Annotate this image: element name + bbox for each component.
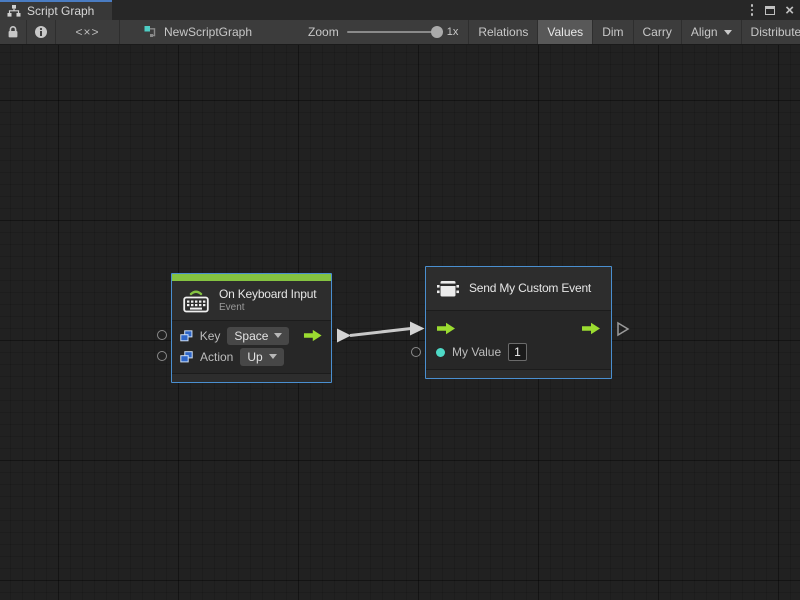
node-title: Send My Custom Event (469, 281, 591, 296)
carry-button[interactable]: Carry (634, 20, 682, 44)
zoom-control: Zoom 1x (290, 20, 469, 44)
tab-bar: Script Graph × (0, 0, 800, 20)
tab-script-graph[interactable]: Script Graph (0, 0, 112, 20)
node-title: On Keyboard Input (219, 287, 316, 302)
control-input-port[interactable] (436, 322, 456, 335)
values-button[interactable]: Values (538, 20, 593, 44)
control-flow-row (436, 316, 601, 340)
info-button[interactable] (27, 20, 56, 44)
chevron-down-icon (269, 354, 277, 359)
node-footer (426, 369, 611, 378)
my-value-input-port[interactable] (411, 347, 421, 357)
tab-title: Script Graph (27, 4, 94, 18)
control-connection-wire[interactable] (0, 45, 800, 600)
port-label-key: Key (200, 329, 221, 343)
node-header[interactable]: Send My Custom Event (426, 267, 611, 311)
chevron-down-icon (274, 333, 282, 338)
chevron-down-icon (724, 30, 732, 35)
action-input-port[interactable] (157, 351, 167, 361)
graph-breadcrumb[interactable]: NewScriptGraph (134, 20, 262, 44)
graph-toolbar: <×> NewScriptGraph Zoom 1x Relations Val… (0, 20, 800, 45)
port-row-my-value: My Value 1 (436, 340, 601, 364)
zoom-slider[interactable] (347, 31, 439, 33)
action-dropdown-value: Up (247, 350, 262, 364)
control-output-port[interactable] (581, 322, 601, 335)
node-footer (172, 373, 331, 382)
port-label-my-value: My Value (452, 345, 501, 359)
graph-name: NewScriptGraph (164, 25, 252, 39)
graph-canvas[interactable]: On Keyboard Input Event Key Space (0, 45, 800, 600)
window-controls: × (749, 0, 794, 20)
align-button[interactable]: Align (682, 20, 742, 44)
action-dropdown[interactable]: Up (240, 348, 283, 366)
variable-port-icon (180, 330, 193, 342)
port-label-action: Action (200, 350, 233, 364)
zoom-label: Zoom (308, 25, 339, 39)
node-header[interactable]: On Keyboard Input Event (172, 281, 331, 321)
code-view-button[interactable]: <×> (56, 20, 120, 44)
node-on-keyboard-input[interactable]: On Keyboard Input Event Key Space (171, 273, 332, 383)
my-value-input[interactable]: 1 (508, 343, 527, 361)
key-input-port[interactable] (157, 330, 167, 340)
distribute-button[interactable]: Distribute (742, 20, 800, 44)
close-icon[interactable]: × (785, 3, 794, 18)
next-flow-triangle-port[interactable] (616, 321, 630, 337)
window-menu-icon[interactable] (749, 2, 756, 18)
script-graph-window: Script Graph × <×> (0, 0, 800, 600)
zoom-value: 1x (447, 26, 459, 38)
distribute-button-label: Distribute (751, 25, 800, 39)
key-dropdown-value: Space (234, 329, 268, 343)
code-brackets-icon: <×> (75, 25, 99, 39)
node-subtitle: Event (219, 302, 316, 315)
lock-button[interactable] (0, 20, 27, 44)
custom-event-icon (436, 278, 460, 300)
lock-icon (7, 25, 19, 39)
variable-port-icon (180, 351, 193, 363)
node-send-my-custom-event[interactable]: Send My Custom Event My Value 1 (425, 266, 612, 379)
port-row-action: Action Up (180, 346, 323, 367)
align-button-label: Align (691, 25, 718, 39)
event-accent-bar (172, 274, 331, 281)
control-output-port[interactable] (303, 329, 323, 342)
graph-hierarchy-icon (7, 5, 21, 17)
relations-button[interactable]: Relations (469, 20, 538, 44)
value-port-dot-icon (436, 348, 445, 357)
script-graph-asset-icon (144, 25, 158, 39)
port-row-key: Key Space (180, 325, 323, 346)
zoom-slider-handle[interactable] (431, 26, 443, 38)
dim-button[interactable]: Dim (593, 20, 633, 44)
key-dropdown[interactable]: Space (227, 327, 289, 345)
node-body: Key Space Action (172, 321, 331, 373)
info-icon (34, 25, 48, 39)
keyboard-event-icon (182, 288, 210, 314)
node-body: My Value 1 (426, 311, 611, 369)
maximize-icon[interactable] (765, 6, 775, 15)
